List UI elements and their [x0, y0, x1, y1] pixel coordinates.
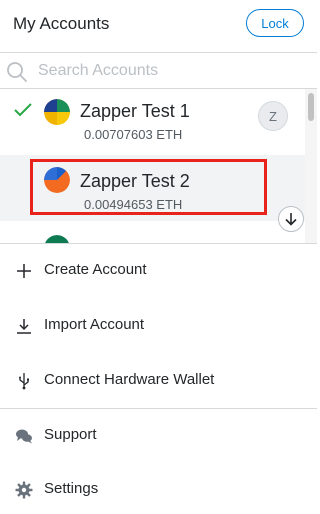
create-account-button[interactable]: Create Account	[0, 244, 317, 298]
search-input[interactable]	[38, 59, 298, 83]
account-menu-actions: Create Account Import Account Connect Ha…	[0, 243, 317, 499]
search-bar	[0, 52, 317, 88]
account-item-zapper-test-1[interactable]: Zapper Test 1 0.00707603 ETH Z	[0, 89, 305, 155]
scrollbar-thumb[interactable]	[308, 93, 314, 121]
account-menu-header: My Accounts Lock	[0, 0, 317, 50]
account-name: Zapper Test 1	[80, 101, 190, 121]
connect-hardware-wallet-label: Connect Hardware Wallet	[44, 371, 215, 388]
annotation-highlight-box	[30, 159, 267, 215]
gear-icon	[15, 481, 33, 499]
page-title: My Accounts	[13, 14, 110, 33]
settings-label: Settings	[44, 480, 99, 497]
lock-button[interactable]: Lock	[246, 9, 304, 37]
scroll-down-button[interactable]	[278, 206, 304, 232]
download-icon	[17, 319, 31, 334]
keyring-badge: Z	[258, 101, 288, 131]
connect-hardware-wallet-button[interactable]: Connect Hardware Wallet	[0, 354, 317, 408]
account-avatar-icon	[44, 235, 70, 243]
support-label: Support	[44, 426, 97, 443]
support-button[interactable]: Support	[0, 409, 317, 463]
import-account-label: Import Account	[44, 316, 145, 333]
settings-button[interactable]: Settings	[0, 463, 317, 514]
search-icon	[7, 62, 27, 82]
account-list: Zapper Test 1 0.00707603 ETH Z Zapper Te…	[0, 88, 317, 243]
check-icon	[14, 103, 32, 117]
account-avatar-icon	[44, 99, 70, 125]
usb-icon	[19, 373, 29, 390]
account-item-3[interactable]	[0, 221, 305, 243]
create-account-label: Create Account	[44, 261, 147, 278]
import-account-button[interactable]: Import Account	[0, 299, 317, 353]
arrow-down-icon	[285, 213, 297, 226]
chat-bubbles-icon	[16, 429, 32, 444]
plus-icon	[17, 264, 31, 278]
account-balance: 0.00707603 ETH	[84, 127, 183, 142]
